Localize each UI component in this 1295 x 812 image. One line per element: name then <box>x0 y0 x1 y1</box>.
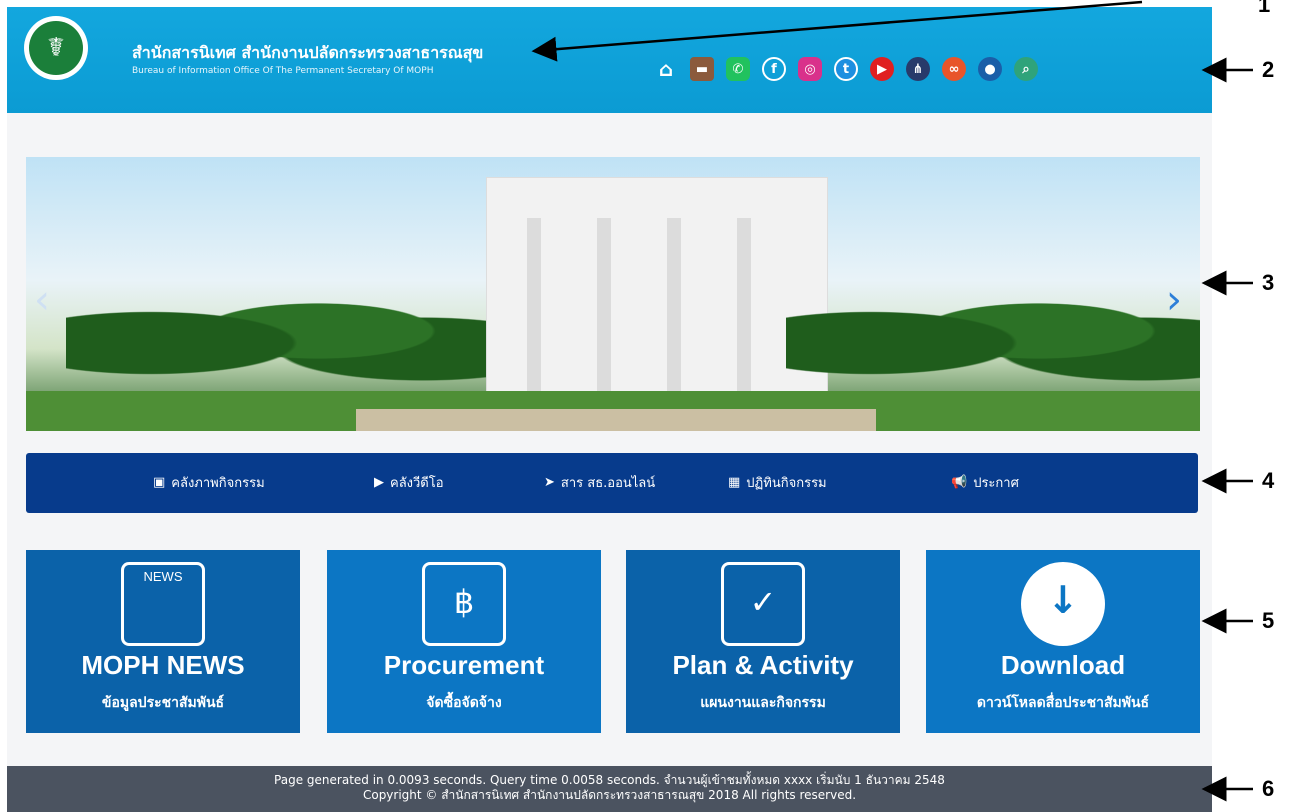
ministry-logo[interactable]: ☤ <box>24 16 88 80</box>
image-icon: ▣ <box>153 475 166 490</box>
card-title: MOPH NEWS <box>81 650 245 680</box>
card-download[interactable]: ↓ Download ดาวน์โหลดสื่อประชาสัมพันธ์ <box>926 550 1200 733</box>
annotation-1: 1 <box>1258 0 1271 17</box>
annotation-4: 4 <box>1262 468 1275 493</box>
user-icon[interactable]: ● <box>978 57 1002 81</box>
search-icon[interactable]: ⌕ <box>1014 57 1038 81</box>
twitter-icon[interactable]: t <box>834 57 858 81</box>
nav-item-announcement[interactable]: 📢 ประกาศ <box>951 472 1019 493</box>
slider-prev-arrow-icon[interactable]: ‹ <box>34 277 50 323</box>
home-icon[interactable]: ⌂ <box>654 57 678 81</box>
annotation-5: 5 <box>1262 608 1275 633</box>
hero-slider[interactable]: ‹ › <box>26 157 1200 431</box>
card-title: Procurement <box>383 650 545 680</box>
hero-trees-right <box>786 271 1200 391</box>
hero-trees-left <box>66 271 486 391</box>
nav-label: สาร สธ.ออนไลน์ <box>560 476 656 491</box>
calendar-check-badge: ✓ <box>749 583 777 621</box>
nav-item-calendar[interactable]: ▦ ปฏิทินกิจกรรม <box>728 472 827 493</box>
nav-label: คลังภาพกิจกรรม <box>171 476 265 491</box>
card-subtitle: จัดซื้อจัดจ้าง <box>426 695 502 711</box>
calendar-check-icon: ✓ <box>721 562 805 646</box>
annotation-3: 3 <box>1262 270 1275 295</box>
procurement-badge: ฿ <box>453 583 475 621</box>
link-icon[interactable]: ∞ <box>942 57 966 81</box>
procurement-icon: ฿ <box>422 562 506 646</box>
quick-nav-bar: ▣ คลังภาพกิจกรรม ▶ คลังวีดีโอ ➤ สาร สธ.ออนไ… <box>26 453 1198 513</box>
card-plan-activity[interactable]: ✓ Plan & Activity แผนงานและกิจกรรม <box>626 550 900 733</box>
annotation-6: 6 <box>1262 776 1275 801</box>
card-subtitle: ข้อมูลประชาสัมพันธ์ <box>101 695 225 711</box>
briefcase-icon[interactable]: ▬ <box>690 57 714 81</box>
annotation-2: 2 <box>1262 57 1275 82</box>
card-subtitle: ดาวน์โหลดสื่อประชาสัมพันธ์ <box>976 695 1150 711</box>
sitemap-icon[interactable]: ⋔ <box>906 57 930 81</box>
phone-icon[interactable]: ✆ <box>726 57 750 81</box>
nav-item-photo-gallery[interactable]: ▣ คลังภาพกิจกรรม <box>153 472 265 493</box>
send-icon: ➤ <box>544 475 555 490</box>
instagram-icon[interactable]: ◎ <box>798 57 822 81</box>
megaphone-icon: 📢 <box>951 475 968 490</box>
site-title[interactable]: สำนักสารนิเทศ สำนักงานปลัดกระทรวงสาธารณส… <box>132 41 483 66</box>
nav-label: ปฏิทินกิจกรรม <box>746 476 827 491</box>
news-icon: NEWS <box>121 562 205 646</box>
facebook-icon[interactable]: f <box>762 57 786 81</box>
slider-next-arrow-icon[interactable]: › <box>1166 277 1182 323</box>
footer-stats: Page generated in 0.0093 seconds. Query … <box>274 773 945 787</box>
card-moph-news[interactable]: NEWS MOPH NEWS ข้อมูลประชาสัมพันธ์ <box>26 550 300 733</box>
nav-item-video-gallery[interactable]: ▶ คลังวีดีโอ <box>374 472 444 493</box>
news-badge: NEWS <box>143 569 183 584</box>
hero-path <box>356 409 876 431</box>
card-procurement[interactable]: ฿ Procurement จัดซื้อจัดจ้าง <box>327 550 601 733</box>
card-title: Download <box>1000 650 1126 680</box>
cloud-download-icon: ↓ <box>1021 562 1105 646</box>
site-subtitle: Bureau of Information Office Of The Perm… <box>132 66 434 76</box>
cloud-download-badge: ↓ <box>1047 578 1079 622</box>
caduceus-icon: ☤ <box>29 21 83 75</box>
site-footer: Page generated in 0.0093 seconds. Query … <box>7 766 1212 812</box>
footer-copyright: Copyright © สำนักสารนิเทศ สำนักงานปลัดกร… <box>362 788 857 802</box>
nav-label: คลังวีดีโอ <box>390 476 444 491</box>
nav-label: ประกาศ <box>973 476 1019 491</box>
card-title: Plan & Activity <box>672 650 854 680</box>
video-icon: ▶ <box>374 475 384 490</box>
youtube-icon[interactable]: ▶ <box>870 57 894 81</box>
card-subtitle: แผนงานและกิจกรรม <box>700 695 826 711</box>
site-header: ☤ สำนักสารนิเทศ สำนักงานปลัดกระทรวงสาธาร… <box>7 7 1212 113</box>
calendar-icon: ▦ <box>728 475 741 490</box>
header-icon-bar: ⌂ ▬ ✆ f ◎ t ▶ ⋔ ∞ ● ⌕ <box>654 57 1038 81</box>
nav-item-online-news[interactable]: ➤ สาร สธ.ออนไลน์ <box>544 472 655 493</box>
